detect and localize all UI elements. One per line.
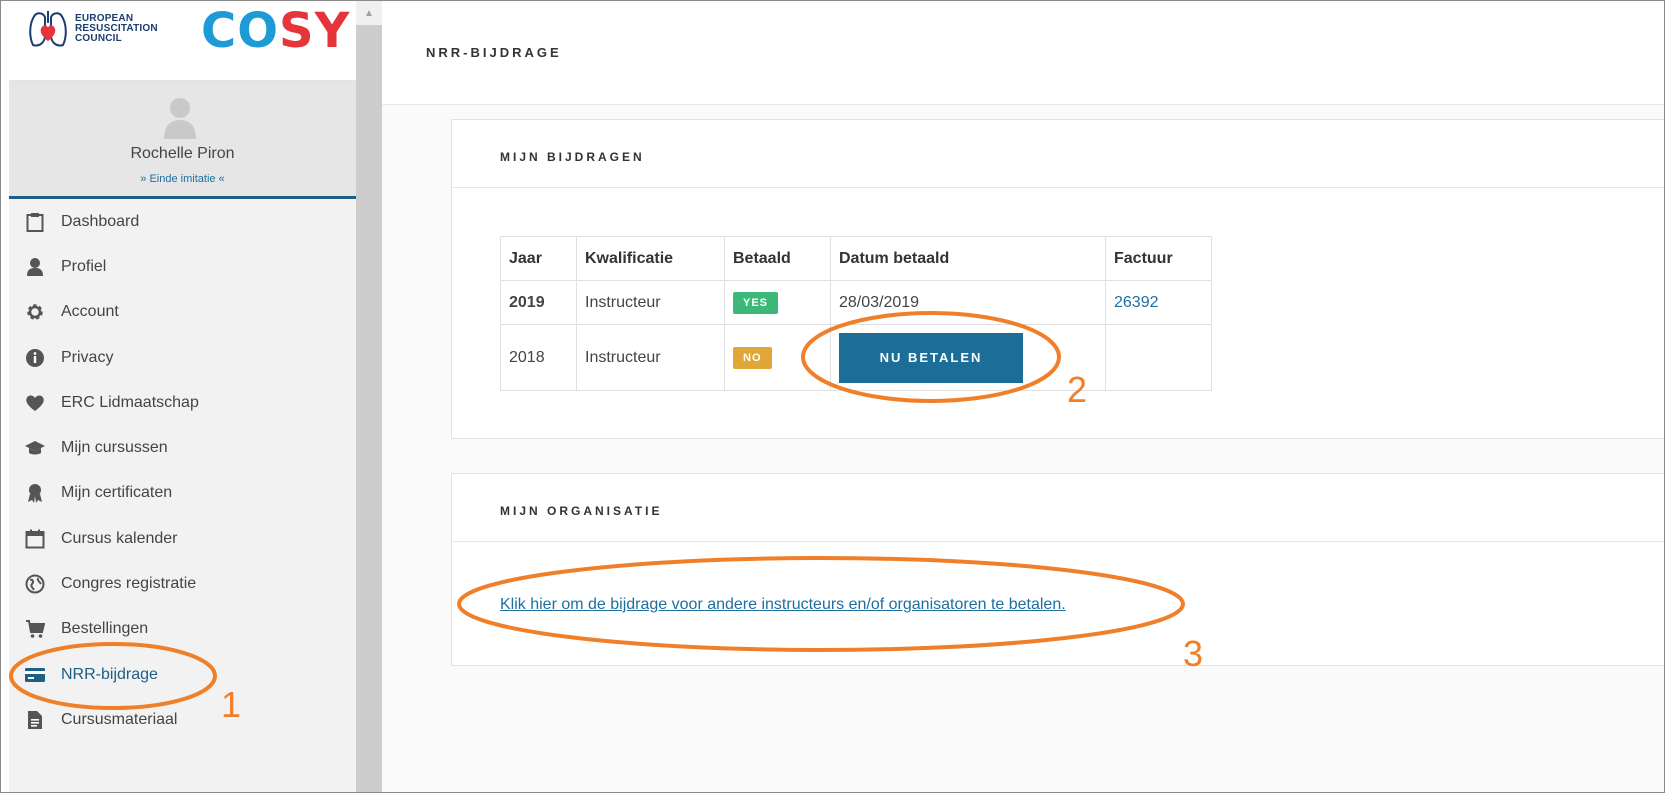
sidebar-item-congres-registratie[interactable]: Congres registratie bbox=[9, 561, 356, 606]
sidebar-item-label: Mijn cursussen bbox=[61, 439, 168, 457]
sidebar-item-profiel[interactable]: Profiel bbox=[9, 244, 356, 289]
annotation-number-3: 3 bbox=[1183, 633, 1204, 674]
sidebar: EUROPEAN RESUSCITATION COUNCIL COSY Roch… bbox=[9, 1, 356, 792]
column-header: Kwalificatie bbox=[576, 236, 725, 281]
sidebar-item-label: Bestellingen bbox=[61, 620, 149, 638]
sidebar-item-label: Privacy bbox=[61, 348, 114, 366]
page-header: NRR-BIJDRAGE bbox=[382, 1, 1664, 105]
sidebar-item-label: Mijn certificaten bbox=[61, 484, 173, 502]
scroll-up-arrow-icon[interactable]: ▲ bbox=[356, 1, 382, 25]
info-icon bbox=[23, 348, 47, 368]
status-badge: NO bbox=[733, 346, 772, 369]
invoice-cell bbox=[1105, 324, 1212, 391]
sidebar-item-erc-lidmaatschap[interactable]: ERC Lidmaatschap bbox=[9, 380, 356, 425]
sidebar-item-bestellingen[interactable]: Bestellingen bbox=[9, 607, 356, 652]
globe-icon bbox=[23, 574, 47, 594]
organisation-card: MIJN ORGANISATIE Klik hier om de bijdrag… bbox=[451, 473, 1664, 666]
sidebar-scrollbar[interactable]: ▲ bbox=[356, 1, 382, 792]
table-row: 2019 Instructeur YES 28/03/2019 26392 bbox=[500, 280, 1212, 325]
clipboard-icon bbox=[23, 212, 47, 232]
sidebar-item-dashboard[interactable]: Dashboard bbox=[9, 199, 356, 244]
invoice-link[interactable]: 26392 bbox=[1114, 294, 1159, 311]
app-window: EUROPEAN RESUSCITATION COUNCIL COSY Roch… bbox=[0, 0, 1665, 793]
date-cell: 28/03/2019 bbox=[830, 280, 1106, 325]
column-header: Factuur bbox=[1105, 236, 1212, 281]
erc-logo[interactable]: EUROPEAN RESUSCITATION COUNCIL bbox=[27, 9, 158, 49]
annotation-number-1: 1 bbox=[221, 684, 242, 725]
sidebar-item-label: ERC Lidmaatschap bbox=[61, 393, 199, 411]
sidebar-item-label: Congres registratie bbox=[61, 575, 197, 593]
heart-icon bbox=[23, 393, 47, 413]
annotation-number-2: 2 bbox=[1067, 369, 1088, 410]
invoice-cell: 26392 bbox=[1105, 280, 1212, 325]
table-row: 2018 Instructeur NO NU BETALEN bbox=[500, 324, 1212, 391]
end-impersonation-link[interactable]: » Einde imitatie « bbox=[9, 173, 356, 185]
erc-wordmark: EUROPEAN RESUSCITATION COUNCIL bbox=[75, 13, 158, 44]
card-header: MIJN BIJDRAGEN bbox=[452, 120, 1664, 188]
table-header-row: Jaar Kwalificatie Betaald Datum betaald … bbox=[500, 236, 1212, 281]
sidebar-item-nrr-bijdrage[interactable]: NRR-bijdrage bbox=[9, 652, 356, 697]
erc-lungs-icon bbox=[29, 11, 67, 47]
column-header: Jaar bbox=[500, 236, 577, 281]
card-header: MIJN ORGANISATIE bbox=[452, 474, 1664, 542]
sidebar-item-label: NRR-bijdrage bbox=[61, 665, 158, 683]
paid-cell: YES bbox=[724, 280, 831, 325]
avatar bbox=[164, 98, 196, 139]
cart-icon bbox=[23, 619, 47, 639]
card-title: MIJN ORGANISATIE bbox=[500, 504, 663, 518]
sidebar-item-label: Cursusmateriaal bbox=[61, 710, 178, 728]
paid-cell: NO bbox=[724, 324, 831, 391]
card-title: MIJN BIJDRAGEN bbox=[500, 150, 645, 164]
award-icon bbox=[23, 483, 47, 504]
main-content: NRR-BIJDRAGE MIJN BIJDRAGEN Jaar Kwalifi… bbox=[382, 1, 1664, 792]
date-cell: NU BETALEN bbox=[830, 324, 1106, 391]
pay-for-others-link[interactable]: Klik hier om de bijdrage voor andere ins… bbox=[500, 596, 1066, 614]
document-icon bbox=[23, 710, 47, 730]
user-panel: Rochelle Piron » Einde imitatie « bbox=[9, 81, 356, 199]
sidebar-item-cursusmateriaal[interactable]: Cursusmateriaal bbox=[9, 697, 356, 742]
logo-bar: EUROPEAN RESUSCITATION COUNCIL COSY bbox=[9, 1, 356, 81]
column-header: Datum betaald bbox=[830, 236, 1106, 281]
sidebar-item-label: Account bbox=[61, 303, 119, 321]
sidebar-nav: Dashboard Profiel Account Privacy ERC Li… bbox=[9, 199, 356, 743]
year-cell: 2019 bbox=[500, 280, 577, 325]
page-title: NRR-BIJDRAGE bbox=[426, 45, 562, 60]
sidebar-item-cursus-kalender[interactable]: Cursus kalender bbox=[9, 516, 356, 561]
year-cell: 2018 bbox=[500, 324, 577, 391]
sidebar-item-mijn-cursussen[interactable]: Mijn cursussen bbox=[9, 425, 356, 470]
user-name: Rochelle Piron bbox=[130, 145, 235, 162]
contributions-table: Jaar Kwalificatie Betaald Datum betaald … bbox=[500, 236, 1212, 391]
sidebar-item-label: Dashboard bbox=[61, 212, 140, 230]
gear-icon bbox=[23, 302, 47, 322]
qualification-cell: Instructeur bbox=[576, 280, 725, 325]
sidebar-item-label: Cursus kalender bbox=[61, 529, 178, 547]
sidebar-item-label: Profiel bbox=[61, 257, 107, 275]
contributions-card: MIJN BIJDRAGEN Jaar Kwalificatie Betaald… bbox=[451, 119, 1664, 439]
sidebar-item-mijn-certificaten[interactable]: Mijn certificaten bbox=[9, 471, 356, 516]
user-icon bbox=[23, 257, 47, 277]
sidebar-item-privacy[interactable]: Privacy bbox=[9, 335, 356, 380]
graduation-cap-icon bbox=[23, 438, 47, 458]
status-badge: YES bbox=[733, 291, 779, 314]
pay-now-button[interactable]: NU BETALEN bbox=[839, 332, 1023, 383]
credit-card-icon bbox=[23, 665, 47, 685]
calendar-icon bbox=[23, 529, 47, 549]
column-header: Betaald bbox=[724, 236, 831, 281]
sidebar-item-account[interactable]: Account bbox=[9, 290, 356, 335]
cosy-logo[interactable]: COSY bbox=[201, 7, 350, 55]
qualification-cell: Instructeur bbox=[576, 324, 725, 391]
